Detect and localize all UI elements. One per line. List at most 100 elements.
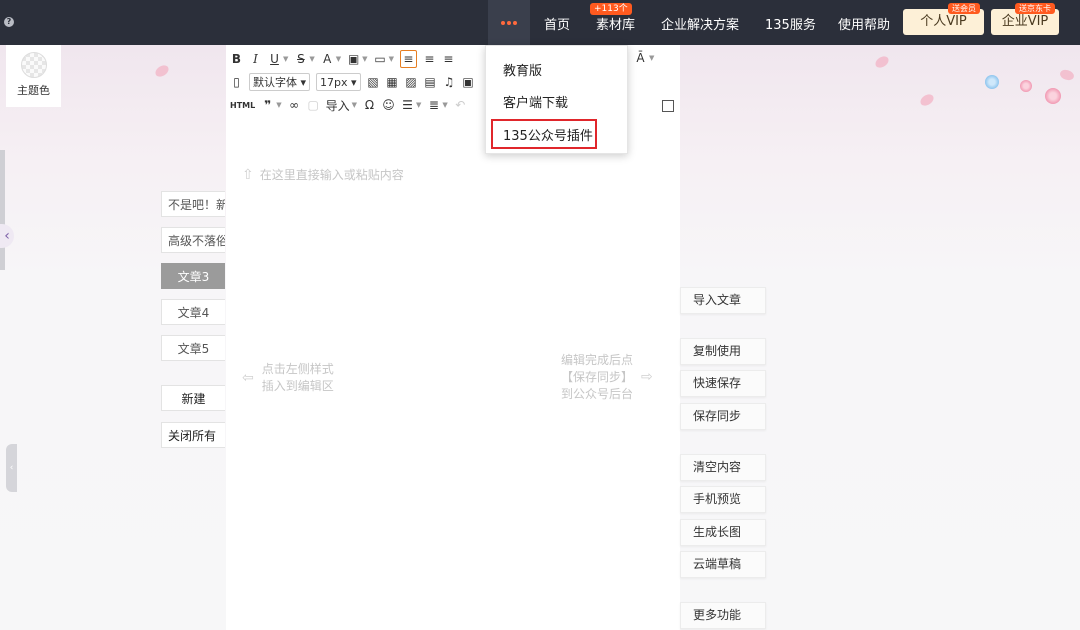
dropdown-arrow-icon[interactable]: ▼ [442,101,447,109]
dropdown-arrow-icon[interactable]: ▼ [336,55,341,63]
help-icon[interactable]: ? [4,17,14,27]
enterprise-vip-button[interactable]: 企业VIP 送京东卡 [991,3,1059,35]
phone-preview-button[interactable]: 手机预览 [680,486,766,513]
line-height-icon[interactable]: ≣ [427,97,440,113]
clear-content-button[interactable]: 清空内容 [680,454,766,481]
quote-icon[interactable]: ❞ [261,97,274,113]
dropdown-arrow-icon[interactable]: ▼ [649,54,654,62]
document-icon[interactable]: ▯ [230,74,243,90]
nav-135-service[interactable]: 135服务 [765,14,816,33]
emoji-icon[interactable]: ☺ [382,97,395,113]
personal-vip-tag: 送会员 [948,3,980,14]
text-size-icon[interactable]: Ā [634,50,647,66]
nav-enterprise-solutions[interactable]: 企业解决方案 [661,14,739,33]
butterfly-decoration [985,75,999,89]
hint-left-line-1: 点击左侧样式 [261,362,334,376]
flower-decoration [1045,88,1061,104]
underline-button[interactable]: U [268,51,281,67]
video-icon[interactable]: ▣ [462,74,475,90]
font-color-button[interactable]: A [321,51,334,67]
dropdown-arrow-icon[interactable]: ▼ [389,55,394,63]
more-menu-button[interactable] [488,0,530,45]
import-article-button[interactable]: 导入文章 [680,287,766,314]
nav-materials[interactable]: 素材库 [596,14,635,33]
dropdown-arrow-icon[interactable]: ▼ [309,55,314,63]
hint-right-text: 编辑完成后点 【保存同步】 到公众号后台 [561,352,633,403]
generate-long-image-button[interactable]: 生成长图 [680,519,766,546]
theme-swatch-icon [21,52,47,78]
align-left-icon[interactable]: ≡ [399,50,417,68]
editor-placeholder[interactable]: ⇧ 在这里直接输入或粘贴内容 [242,166,404,183]
article-tab[interactable]: 高级不落俗 [161,227,225,253]
table-icon[interactable]: ▦ [386,74,399,90]
save-sync-button[interactable]: 保存同步 [680,403,766,430]
more-dropdown-menu: 教育版 客户端下载 135公众号插件 [485,45,628,154]
article-tab[interactable]: 不是吧！新 [161,191,225,217]
html-button[interactable]: HTML [230,97,255,113]
link-icon[interactable]: ∞ [288,97,301,113]
align-right-icon[interactable]: ≡ [442,51,455,67]
letter-spacing-icon[interactable]: ▭ [374,51,387,67]
import-button[interactable]: 导入 [326,97,350,113]
toolbar-row-1-right: Ā ▼ [634,50,654,66]
theme-color-button[interactable]: 主题色 [6,45,61,107]
personal-vip-label: 个人VIP [920,14,967,29]
menu-item-education[interactable]: 教育版 [503,60,542,79]
image-icon[interactable]: ▨ [405,74,418,90]
more-dots-icon [501,20,517,25]
toolbar-row-3: HTML ❞ ▼ ∞ ▢ 导入 ▼ Ω ☺ ☰ ▼ ≣ ▼ ↶ [230,97,467,113]
enterprise-vip-label: 企业VIP [1001,14,1049,29]
article-tab-active[interactable]: 文章3 [161,263,225,289]
font-family-select[interactable]: 默认字体 ▾ [249,73,311,91]
hint-right: 编辑完成后点 【保存同步】 到公众号后台 ⇨ [561,352,653,403]
font-size-value: 17px [320,75,348,89]
flower-decoration [1020,80,1032,92]
music-icon[interactable]: ♫ [443,74,456,90]
dropdown-arrow-icon[interactable]: ▼ [283,55,288,63]
special-char-icon[interactable]: Ω [363,97,376,113]
theme-color-label: 主题色 [17,84,50,97]
arrow-left-icon: ⇦ [242,369,254,386]
background-color-icon[interactable]: ▣ [347,51,360,67]
top-nav-bar: ? +113个 首页 素材库 企业解决方案 135服务 使用帮助 个人VIP 送… [0,0,1080,45]
unlink-icon[interactable]: ▢ [307,97,320,113]
toolbar-row-2: ▯ 默认字体 ▾ 17px ▾ ▧ ▦ ▨ ▤ ♫ ▣ [230,73,475,91]
quick-save-button[interactable]: 快速保存 [680,370,766,397]
toolbar-row-1: B I U ▼ S ▼ A ▼ ▣ ▼ ▭ ▼ ≡ ≡ ≡ [230,50,455,68]
hint-left: ⇦ 点击左侧样式 插入到编辑区 [242,361,334,395]
close-all-button[interactable]: 关闭所有 [161,422,225,448]
clear-format-icon[interactable]: ▧ [367,74,380,90]
article-tab[interactable]: 文章5 [161,335,225,361]
dropdown-arrow-icon[interactable]: ▼ [276,101,281,109]
panel-collapse-handle[interactable]: ‹ [6,444,17,492]
undo-icon[interactable]: ↶ [454,97,467,113]
cloud-draft-button[interactable]: 云端草稿 [680,551,766,578]
dropdown-arrow-icon[interactable]: ▼ [352,101,357,109]
dropdown-arrow-icon[interactable]: ▼ [416,101,421,109]
list-icon[interactable]: ☰ [401,97,414,113]
hint-left-text: 点击左侧样式 插入到编辑区 [262,361,334,395]
personal-vip-button[interactable]: 个人VIP 送会员 [903,3,984,35]
article-tab[interactable]: 文章4 [161,299,225,325]
gallery-icon[interactable]: ▤ [424,74,437,90]
hint-right-line-3: 到公众号后台 [561,387,634,401]
menu-item-client-download[interactable]: 客户端下载 [503,92,568,111]
copy-use-button[interactable]: 复制使用 [680,338,766,365]
italic-button[interactable]: I [249,51,262,67]
font-family-value: 默认字体 [253,76,297,89]
crop-icon[interactable] [662,100,674,112]
hint-right-line-1: 编辑完成后点 [561,353,634,367]
new-article-button[interactable]: 新建 [161,385,225,411]
dropdown-arrow-icon[interactable]: ▼ [362,55,367,63]
more-features-button[interactable]: 更多功能 [680,602,766,629]
hint-right-line-2: 【保存同步】 [561,370,634,384]
left-scrollbar[interactable] [0,150,5,270]
align-center-icon[interactable]: ≡ [423,51,436,67]
nav-home[interactable]: 首页 [544,14,570,33]
bold-button[interactable]: B [230,51,243,67]
highlight-box [491,119,597,149]
nav-help[interactable]: 使用帮助 [838,14,890,33]
strikethrough-button[interactable]: S [294,51,307,67]
arrow-up-icon: ⇧ [242,166,254,183]
font-size-select[interactable]: 17px ▾ [316,73,361,91]
